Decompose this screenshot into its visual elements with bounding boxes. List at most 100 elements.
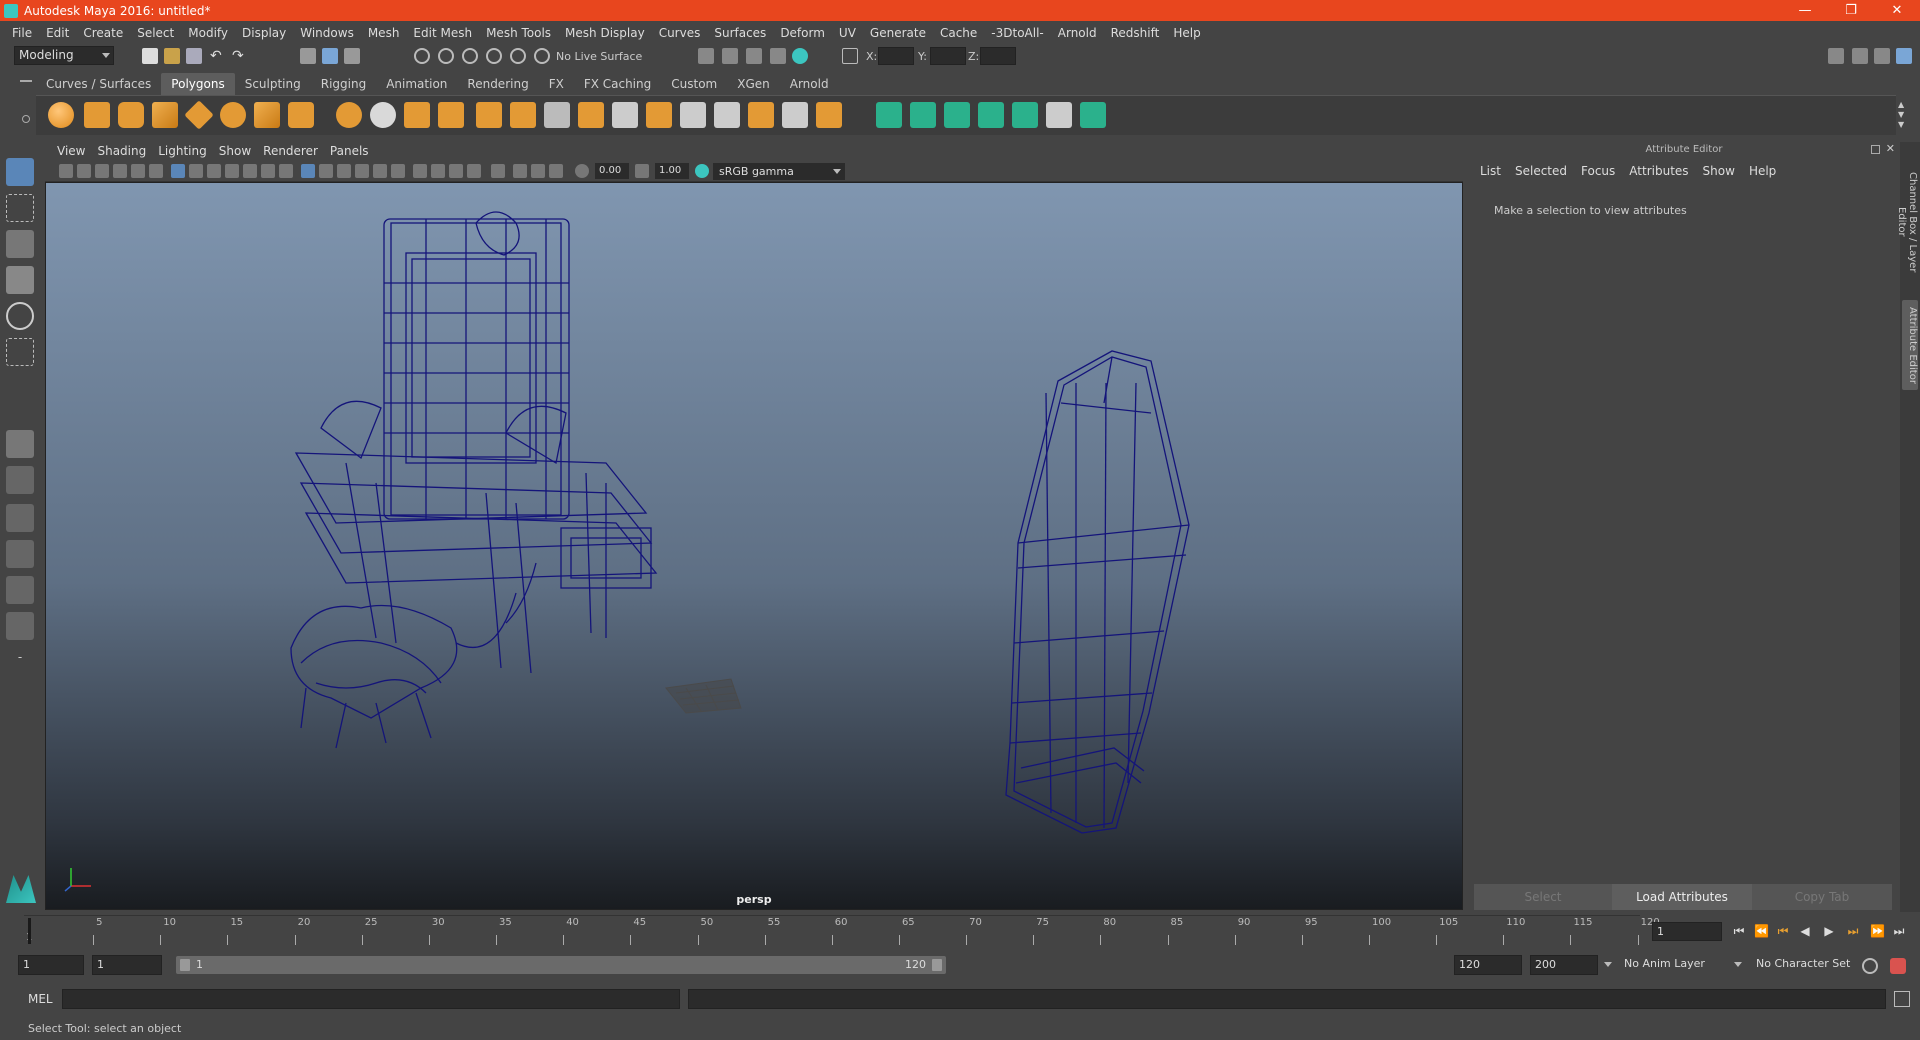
step-back-key-icon[interactable]: ⏮ (1776, 924, 1790, 938)
select-tool-icon[interactable] (6, 158, 34, 186)
script-editor-icon[interactable] (1894, 991, 1910, 1007)
rotate-tool-icon[interactable] (6, 302, 34, 330)
shelf-tab-rendering[interactable]: Rendering (457, 73, 538, 95)
paint-select-tool-icon[interactable] (6, 230, 34, 258)
panel-menu-panels[interactable]: Panels (326, 144, 377, 158)
snap-curve-icon[interactable] (438, 48, 454, 64)
render-view-icon[interactable] (698, 48, 714, 64)
outliner-layout-icon[interactable] (6, 612, 34, 640)
layout-more-icon[interactable]: - (6, 650, 34, 678)
poly-cone-icon[interactable] (152, 102, 178, 128)
ae-menu-show[interactable]: Show (1699, 164, 1745, 178)
animation-preferences-icon[interactable] (1890, 958, 1906, 974)
minimize-button[interactable]: — (1782, 0, 1828, 21)
exposure-field[interactable]: 0.00 (595, 163, 629, 179)
scale-tool-icon[interactable] (6, 338, 34, 366)
safe-title-icon[interactable] (279, 164, 293, 178)
mode-dropdown[interactable]: Modeling (14, 46, 114, 65)
menu-display[interactable]: Display (236, 26, 294, 40)
gate-mask-icon[interactable] (225, 164, 239, 178)
panel-menu-view[interactable]: View (53, 144, 93, 158)
go-to-end-icon[interactable]: ⏭ (1892, 924, 1906, 938)
menu-arnold[interactable]: Arnold (1052, 26, 1105, 40)
play-forward-icon[interactable]: ▶ (1822, 924, 1836, 938)
ae-load-attributes-button[interactable]: Load Attributes (1612, 884, 1752, 910)
menu-mesh[interactable]: Mesh (362, 26, 408, 40)
step-forward-icon[interactable]: ⏩ (1870, 924, 1885, 938)
field-chart-icon[interactable] (243, 164, 257, 178)
shadows-icon[interactable] (391, 164, 405, 178)
open-scene-icon[interactable] (164, 48, 180, 64)
attribute-editor-toggle-icon[interactable] (1852, 48, 1868, 64)
redo-icon[interactable]: ↷ (232, 48, 248, 64)
chevron-down-icon[interactable] (1734, 962, 1742, 967)
range-start-handle[interactable] (180, 959, 190, 971)
menu-redshift[interactable]: Redshift (1105, 26, 1168, 40)
multi-cut-icon[interactable] (544, 102, 570, 128)
smooth-shade-icon[interactable] (319, 164, 333, 178)
wireframe-icon[interactable] (301, 164, 315, 178)
lasso-tool-icon[interactable] (6, 194, 34, 222)
persp-graph-layout-icon[interactable] (6, 540, 34, 568)
undo-icon[interactable]: ↶ (210, 48, 226, 64)
menu-help[interactable]: Help (1167, 26, 1208, 40)
menu-create[interactable]: Create (77, 26, 131, 40)
poly-plane-icon[interactable] (184, 100, 214, 130)
start-time-field[interactable]: 1 (18, 955, 84, 975)
transform-constraint-icon[interactable] (842, 48, 858, 64)
new-scene-icon[interactable] (142, 48, 158, 64)
menu-cache[interactable]: Cache (934, 26, 985, 40)
snap-view-plane-icon[interactable] (486, 48, 502, 64)
shelf-scroll-icon[interactable]: ▲ ▼ ▼ (1898, 100, 1904, 130)
auto-key-icon[interactable] (1862, 958, 1878, 974)
shelf-settings-icon[interactable] (22, 115, 30, 123)
snap-grid-icon[interactable] (414, 48, 430, 64)
select-component-icon[interactable] (344, 48, 360, 64)
symmetry-icon[interactable] (1080, 102, 1106, 128)
menu-generate[interactable]: Generate (864, 26, 934, 40)
ae-menu-help[interactable]: Help (1745, 164, 1786, 178)
shelf-tab-sculpting[interactable]: Sculpting (235, 73, 311, 95)
menu-deform[interactable]: Deform (774, 26, 833, 40)
camera-attributes-icon[interactable] (77, 164, 91, 178)
close-panel-icon[interactable]: ✕ (1886, 142, 1895, 155)
checker-icon[interactable] (1046, 102, 1072, 128)
ae-copy-tab-button[interactable]: Copy Tab (1752, 884, 1892, 910)
float-panel-icon[interactable] (1871, 145, 1880, 154)
menu-curves[interactable]: Curves (653, 26, 709, 40)
close-button[interactable]: ✕ (1874, 0, 1920, 21)
snap-point-icon[interactable] (462, 48, 478, 64)
shelf-tab-animation[interactable]: Animation (376, 73, 457, 95)
planar-uv-icon[interactable] (876, 102, 902, 128)
restore-button[interactable]: ❐ (1828, 0, 1874, 21)
menu-modify[interactable]: Modify (182, 26, 236, 40)
poly-cube-icon[interactable] (84, 102, 110, 128)
x-field[interactable] (878, 47, 914, 65)
menu-3dtoall[interactable]: -3DtoAll- (985, 26, 1051, 40)
hypershade-icon[interactable] (792, 48, 808, 64)
shelf-tab-xgen[interactable]: XGen (727, 73, 780, 95)
end-time-field[interactable]: 200 (1530, 955, 1598, 975)
mel-input[interactable] (62, 989, 680, 1009)
xray-joints-icon[interactable] (531, 164, 545, 178)
shelf-tab-curves-surfaces[interactable]: Curves / Surfaces (36, 73, 161, 95)
anti-aliasing-icon[interactable] (449, 164, 463, 178)
time-slider[interactable]: 1 51015202530354045505560657075808590951… (24, 915, 1660, 947)
go-to-start-icon[interactable]: ⏮ (1732, 924, 1746, 938)
menu-mesh-tools[interactable]: Mesh Tools (480, 26, 559, 40)
extrude-icon[interactable] (578, 102, 604, 128)
panel-menu-show[interactable]: Show (215, 144, 259, 158)
panel-menu-renderer[interactable]: Renderer (259, 144, 326, 158)
offset-edge-loop-icon[interactable] (714, 102, 740, 128)
film-gate-icon[interactable] (189, 164, 203, 178)
tab-attribute-editor[interactable]: Attribute Editor (1902, 300, 1918, 390)
bookmark-icon[interactable] (95, 164, 109, 178)
bevel-icon[interactable] (646, 102, 672, 128)
bridge-icon[interactable] (612, 102, 638, 128)
separate-icon[interactable] (370, 102, 396, 128)
depth-of-field-icon[interactable] (467, 164, 481, 178)
render-settings-icon[interactable] (770, 48, 786, 64)
tab-channel-box[interactable]: Channel Box / Layer Editor (1896, 152, 1918, 292)
render-frame-icon[interactable] (722, 48, 738, 64)
xray-components-icon[interactable] (549, 164, 563, 178)
